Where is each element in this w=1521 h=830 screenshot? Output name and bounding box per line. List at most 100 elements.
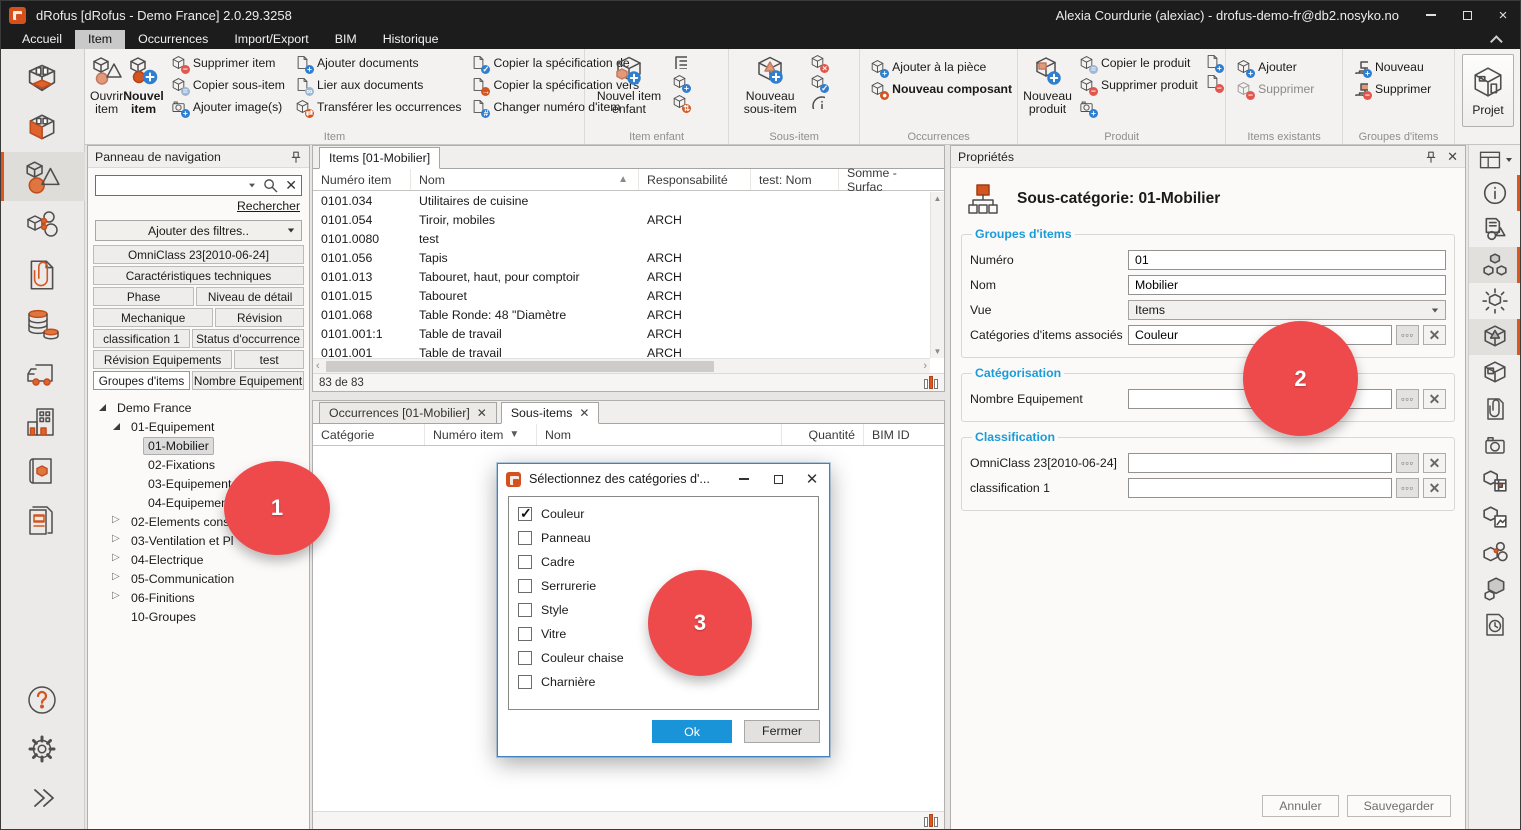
sidebar-item-expand[interactable] — [0, 773, 85, 822]
transferer-occurrences-button[interactable]: ⇄Transférer les occurrences — [292, 96, 465, 118]
produit-view-button[interactable] — [1469, 355, 1521, 391]
checkbox-icon[interactable] — [518, 531, 532, 545]
tab-accueil[interactable]: Accueil — [9, 30, 75, 49]
grid-stats-icon[interactable] — [924, 814, 938, 827]
tree-item[interactable]: 01-Mobilier — [88, 436, 309, 455]
tree-expander-icon[interactable] — [111, 572, 124, 585]
dialog-maximize-button[interactable] — [761, 464, 795, 494]
filter-mechanique[interactable]: Mechanique — [93, 308, 213, 327]
ajouter-images-button[interactable]: +Ajouter image(s) — [168, 96, 288, 118]
tree-expander-icon[interactable] — [128, 477, 141, 490]
projet-button[interactable]: Projet — [1462, 54, 1514, 127]
tree-expander-icon[interactable] — [111, 610, 124, 623]
occurrence-link-view-button[interactable] — [1469, 535, 1521, 571]
copier-sous-item-button[interactable]: =Copier sous-item — [168, 74, 288, 96]
table-row[interactable]: 0101.015 Tabouret ARCH — [313, 286, 944, 305]
tree-expander-icon[interactable] — [128, 439, 141, 452]
sous-item-view-button[interactable] — [1469, 319, 1521, 355]
sauvegarder-button[interactable]: Sauvegarder — [1347, 795, 1451, 817]
tab-occurrences[interactable]: Occurrences — [125, 30, 221, 49]
category-option[interactable]: Cadre — [509, 550, 818, 574]
col-quantite[interactable]: Quantité — [782, 424, 864, 445]
table-row[interactable]: 0101.034 Utilitaires de cuisine — [313, 191, 944, 210]
filter-revision[interactable]: Révision — [215, 308, 304, 327]
close-tab-icon[interactable]: ✕ — [579, 403, 589, 424]
col-nom[interactable]: Nom — [537, 424, 782, 445]
numero-field[interactable] — [1128, 250, 1446, 270]
sidebar-item-reports[interactable] — [0, 495, 85, 544]
lier-documents-button[interactable]: ∞Lier aux documents — [292, 74, 465, 96]
omniclass-clear-button[interactable]: ✕ — [1423, 453, 1446, 473]
close-panel-icon[interactable]: ✕ — [1447, 149, 1458, 165]
filter-nombre-equipement[interactable]: Nombre Equipement — [192, 371, 304, 390]
col-somme-surface[interactable]: Somme - Surfac — [839, 169, 944, 190]
close-button[interactable]: × — [1485, 0, 1521, 30]
checkbox-icon[interactable] — [518, 603, 532, 617]
supprimer-item-button[interactable]: −Supprimer item — [168, 52, 288, 74]
categories-browse-button[interactable]: ▫▫▫ — [1396, 325, 1419, 345]
clear-search-icon[interactable]: ✕ — [285, 177, 297, 194]
minimize-button[interactable] — [1413, 0, 1449, 30]
tree-expander-icon[interactable] — [111, 591, 124, 604]
scroll-down-icon[interactable]: ▼ — [934, 347, 942, 356]
sidebar-item-settings[interactable] — [0, 724, 85, 773]
col-bim-id[interactable]: BIM ID — [864, 424, 957, 445]
omniclass-browse-button[interactable]: ▫▫▫ — [1396, 453, 1419, 473]
items-horizontal-scrollbar[interactable]: ‹› — [313, 358, 930, 373]
sidebar-item-items[interactable] — [0, 152, 85, 201]
category-option[interactable]: Panneau — [509, 526, 818, 550]
item-spec-view-button[interactable] — [1469, 211, 1521, 247]
scroll-left-icon[interactable]: ‹ — [316, 360, 320, 372]
nouveau-produit-button[interactable]: Nouveau produit — [1023, 52, 1072, 116]
filter-omniclass[interactable]: OmniClass 23[2010-06-24] — [93, 245, 304, 264]
filter-niveau-detail[interactable]: Niveau de détail — [196, 287, 304, 306]
derived-item-view-button[interactable] — [1469, 571, 1521, 607]
tree-item[interactable]: 01-Equipement — [88, 417, 309, 436]
classification1-field[interactable] — [1128, 478, 1392, 498]
copier-produit-button[interactable]: =Copier le produit — [1076, 52, 1201, 74]
collapse-ribbon-button[interactable] — [1494, 30, 1503, 49]
sub-items-view-button[interactable] — [1469, 247, 1521, 283]
validate-subitem-icon-button[interactable]: ✓ — [810, 74, 827, 91]
nouveau-composant-button[interactable]: ●Nouveau composant — [867, 78, 1015, 100]
col-test-nom[interactable]: test: Nom — [751, 169, 839, 190]
tab-sous-items[interactable]: Sous-items✕ — [501, 402, 600, 424]
omniclass-field[interactable] — [1128, 453, 1392, 473]
tab-occurrences-mobilier[interactable]: Occurrences [01-Mobilier]✕ — [319, 402, 497, 424]
ajouter-documents-button[interactable]: +Ajouter documents — [292, 52, 465, 74]
tree-item[interactable]: 05-Communication — [88, 569, 309, 588]
tree-item[interactable]: 10-Groupes — [88, 607, 309, 626]
scrollbar-thumb[interactable] — [326, 361, 714, 372]
scroll-right-icon[interactable]: › — [923, 360, 927, 372]
tree-expander-icon[interactable] — [128, 458, 141, 471]
classification1-browse-button[interactable]: ▫▫▫ — [1396, 478, 1419, 498]
categories-clear-button[interactable]: ✕ — [1423, 325, 1446, 345]
checkbox-icon[interactable] — [518, 675, 532, 689]
table-row[interactable]: 0101.056 Tapis ARCH — [313, 248, 944, 267]
tree-expander-icon[interactable] — [111, 534, 124, 547]
groupes-items-supprimer-button[interactable]: −Supprimer — [1350, 78, 1434, 100]
grid-stats-icon[interactable] — [924, 376, 938, 389]
nombre-clear-button[interactable]: ✕ — [1423, 389, 1446, 409]
dialog-close-button[interactable]: ✕ — [795, 464, 829, 494]
add-existing-child-icon-button[interactable]: + — [672, 74, 689, 91]
col-numero-item[interactable]: Numéro item▼ — [425, 424, 537, 445]
col-categorie[interactable]: Catégorie — [313, 424, 425, 445]
checkbox-icon[interactable] — [518, 651, 532, 665]
table-row[interactable]: 0101.013 Tabouret, haut, pour comptoir A… — [313, 267, 944, 286]
search-input[interactable] — [96, 177, 248, 194]
supprimer-produit-button[interactable]: −Supprimer produit — [1076, 74, 1201, 96]
tree-expander-icon[interactable] — [128, 496, 141, 509]
tree-expander-icon[interactable] — [111, 553, 124, 566]
vue-select[interactable]: Items — [1128, 300, 1446, 320]
filter-classification-1[interactable]: classification 1 — [93, 329, 190, 348]
tab-import-export[interactable]: Import/Export — [221, 30, 321, 49]
table-row[interactable]: 0101.0080 test — [313, 229, 944, 248]
move-child-icon-button[interactable]: ⇅ — [672, 94, 689, 111]
annuler-button[interactable]: Annuler — [1262, 795, 1338, 817]
nouveau-sous-item-button[interactable]: Nouveau sous-item — [734, 52, 806, 116]
fermer-button[interactable]: Fermer — [744, 720, 820, 743]
items-vertical-scrollbar[interactable]: ▲▼ — [930, 192, 944, 358]
tree-expander-icon[interactable] — [97, 401, 110, 414]
classification1-clear-button[interactable]: ✕ — [1423, 478, 1446, 498]
